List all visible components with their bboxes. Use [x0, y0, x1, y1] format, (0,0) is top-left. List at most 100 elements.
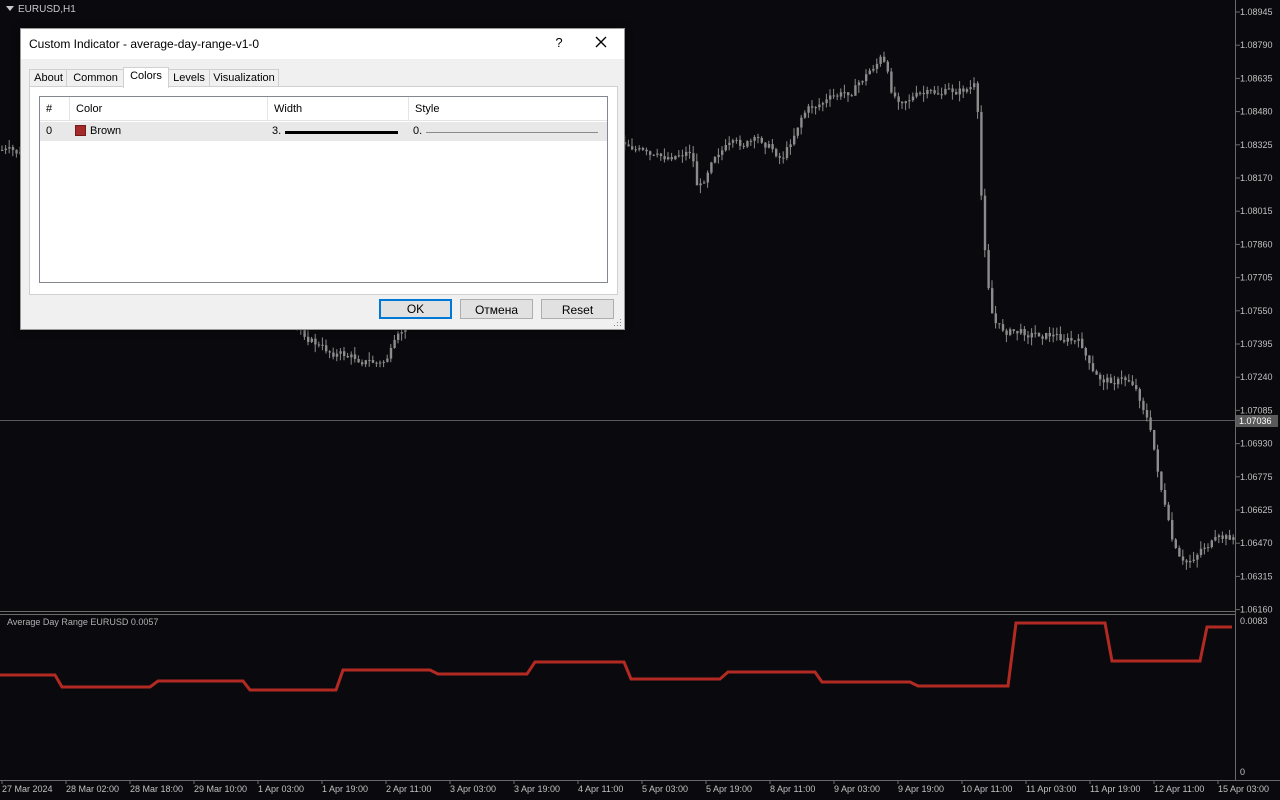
candle-body: [1156, 449, 1159, 472]
column-header-style[interactable]: Style: [409, 97, 607, 121]
candle-body: [933, 90, 936, 94]
candle-body: [314, 338, 317, 345]
tab-common[interactable]: Common: [66, 69, 125, 87]
candle-body: [649, 151, 652, 155]
candle-body: [656, 153, 659, 155]
candle-body: [688, 151, 691, 154]
candle-body: [303, 329, 306, 337]
time-tick-label: 9 Apr 03:00: [834, 784, 880, 794]
candle-body: [1178, 547, 1181, 557]
candle-body: [987, 250, 990, 289]
table-row[interactable]: 0 Brown 3. 0.: [40, 122, 607, 141]
candle-body: [1163, 490, 1167, 505]
candle-body: [1127, 380, 1131, 382]
dialog-title: Custom Indicator - average-day-range-v1-…: [29, 37, 260, 51]
candle-body: [1225, 535, 1228, 539]
close-icon: [595, 36, 607, 48]
cancel-button[interactable]: Отмена: [460, 299, 533, 319]
time-tick-label: 1 Apr 19:00: [322, 784, 368, 794]
candle-body: [1041, 336, 1044, 339]
ok-button[interactable]: OK: [379, 299, 452, 319]
candle-body: [674, 155, 677, 160]
resize-grip-icon[interactable]: [614, 319, 622, 327]
candle-body: [728, 142, 731, 145]
candle-body: [803, 112, 807, 118]
candle-body: [1, 150, 4, 151]
column-header-color[interactable]: Color: [70, 97, 268, 121]
color-swatch[interactable]: [75, 125, 86, 136]
candle-body: [994, 313, 997, 324]
candle-body: [332, 352, 335, 357]
candle-body: [998, 323, 1001, 325]
tab-colors[interactable]: Colors: [123, 67, 169, 88]
style-line-sample: [426, 132, 598, 133]
candle-body: [782, 157, 785, 159]
candle-body: [919, 92, 922, 94]
price-tick-label: 1.07085: [1240, 405, 1273, 415]
help-button[interactable]: ?: [551, 35, 567, 53]
time-tick-label: 28 Mar 02:00: [66, 784, 119, 794]
dialog-titlebar[interactable]: Custom Indicator - average-day-range-v1-…: [21, 29, 624, 59]
candle-body: [379, 362, 382, 364]
candle-body: [753, 136, 756, 141]
price-tick-label: 1.07705: [1240, 273, 1273, 283]
column-header-index[interactable]: #: [40, 97, 70, 121]
tab-about[interactable]: About: [29, 69, 68, 87]
candle-body: [1120, 377, 1123, 379]
current-price-tag: 1.07036: [1236, 415, 1278, 427]
price-tick-label: 1.08945: [1240, 7, 1273, 17]
candle-body: [1196, 554, 1199, 560]
color-name[interactable]: Brown: [90, 122, 121, 141]
candle-body: [1142, 400, 1145, 411]
candle-body: [746, 141, 749, 147]
colors-table: # Color Width Style 0 Brown 3. 0.: [39, 96, 608, 283]
candle-body: [1034, 332, 1037, 334]
candle-body: [1189, 560, 1192, 563]
candle-body: [325, 345, 328, 352]
candle-body: [973, 83, 976, 88]
candle-body: [724, 144, 727, 151]
candle-body: [1124, 377, 1127, 381]
candle-body: [397, 333, 400, 340]
candle-body: [8, 147, 11, 149]
candle-body: [310, 338, 313, 342]
candle-body: [1048, 332, 1051, 337]
price-tick-label: 1.06775: [1240, 472, 1273, 482]
close-button[interactable]: [591, 33, 611, 53]
candle-body: [929, 90, 933, 92]
candle-body: [1091, 363, 1095, 372]
candle-body: [1005, 330, 1008, 335]
column-header-width[interactable]: Width: [268, 97, 409, 121]
candle-body: [1232, 537, 1235, 540]
tab-visualization[interactable]: Visualization: [209, 69, 279, 87]
row-index: 0: [46, 125, 53, 137]
candle-body: [886, 61, 889, 72]
candle-body: [1088, 355, 1091, 364]
candle-body: [1138, 389, 1141, 401]
candle-body: [685, 151, 688, 156]
candle-body: [908, 100, 911, 102]
candle-body: [771, 144, 774, 150]
reset-button[interactable]: Reset: [541, 299, 614, 319]
symbol-label[interactable]: EURUSD,H1: [6, 4, 76, 15]
candle-body: [659, 153, 663, 157]
indicator-axis: 0.0083 0: [1240, 616, 1268, 777]
candle-body: [739, 139, 742, 146]
style-value[interactable]: 0.: [413, 122, 422, 141]
candle-body: [868, 70, 871, 75]
candle-body: [857, 82, 861, 86]
candle-body: [731, 140, 735, 143]
candle-body: [317, 344, 321, 346]
candle-body: [1217, 535, 1221, 537]
candle-body: [1073, 340, 1077, 342]
candle-body: [1016, 330, 1019, 334]
candle-body: [1027, 335, 1030, 338]
time-tick-label: 1 Apr 03:00: [258, 784, 304, 794]
candle-body: [796, 127, 799, 136]
tab-levels[interactable]: Levels: [167, 69, 211, 87]
candle-body: [339, 351, 342, 354]
width-value[interactable]: 3.: [272, 122, 281, 141]
candle-body: [400, 331, 403, 334]
price-tick-label: 1.08635: [1240, 73, 1273, 83]
candle-body: [1113, 383, 1116, 385]
